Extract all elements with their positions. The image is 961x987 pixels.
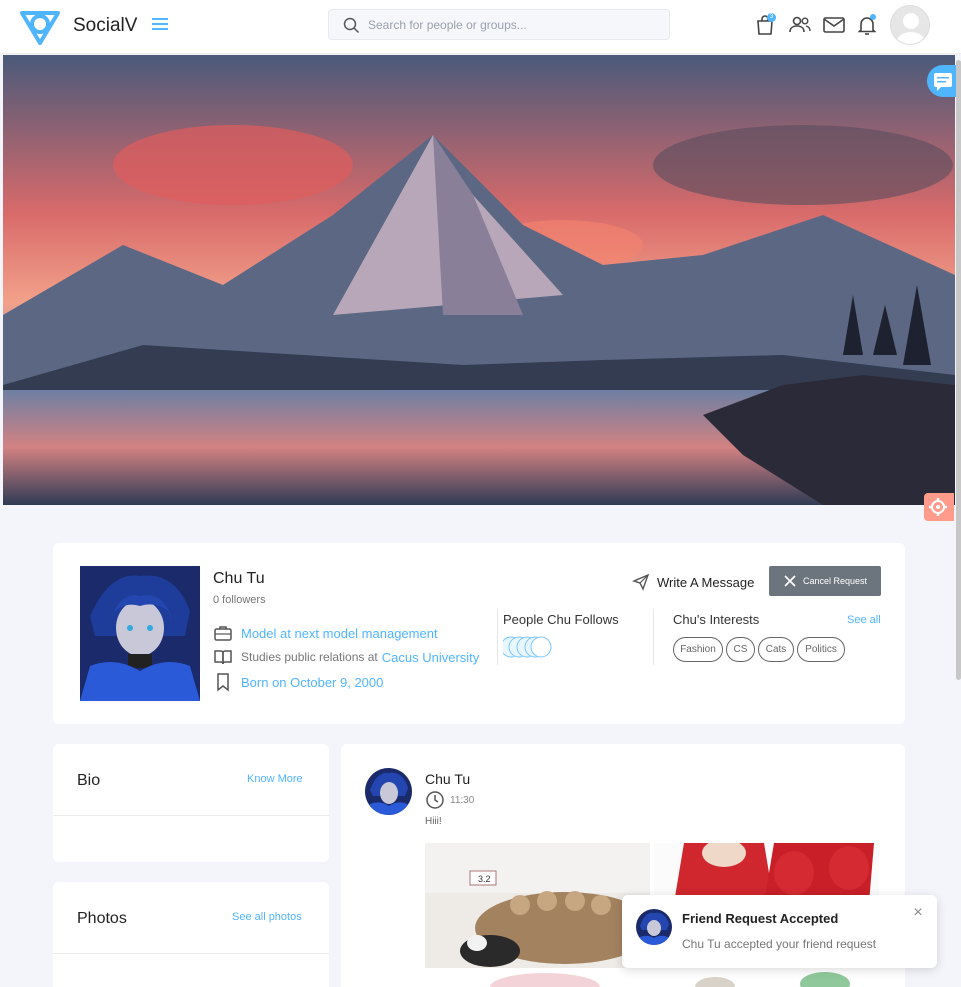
study-text: Studies public relations at xyxy=(241,650,378,664)
clock-icon xyxy=(426,791,444,809)
mail-icon[interactable] xyxy=(822,13,846,37)
followed-people-avatars[interactable] xyxy=(503,634,553,660)
interests-see-all-link[interactable]: See all xyxy=(847,614,881,626)
post-time: 11:30 xyxy=(425,790,474,810)
write-message-label: Write A Message xyxy=(657,574,755,590)
toast-close-button[interactable]: × xyxy=(910,905,926,921)
post-image[interactable]: 3.2 xyxy=(425,843,650,968)
friends-icon[interactable] xyxy=(788,13,812,37)
notification-dot xyxy=(870,14,876,20)
toast-title: Friend Request Accepted xyxy=(682,911,839,926)
birthday-text: Born on October 9, 2000 xyxy=(241,674,384,690)
interest-tag[interactable]: CS xyxy=(726,637,755,662)
search-box[interactable] xyxy=(328,9,670,40)
toast-avatar xyxy=(636,909,672,945)
search-input[interactable] xyxy=(368,15,658,35)
menu-toggle-icon[interactable] xyxy=(150,14,170,34)
cancel-request-button[interactable]: Cancel Request xyxy=(769,566,881,596)
bio-card xyxy=(53,744,329,862)
interest-tag[interactable]: Cats xyxy=(758,637,794,662)
cart-badge: 3 xyxy=(767,13,776,22)
school-link[interactable]: Cacus University xyxy=(382,650,480,665)
settings-button[interactable] xyxy=(924,493,954,521)
bookmark-icon xyxy=(217,673,229,692)
page-scrollbar[interactable] xyxy=(956,60,961,680)
profile-cover-image xyxy=(3,55,955,505)
divider xyxy=(653,609,654,665)
see-all-photos-link[interactable]: See all photos xyxy=(232,911,302,923)
post-author-name[interactable]: Chu Tu xyxy=(425,771,470,787)
default-avatar-icon xyxy=(897,13,925,44)
profile-name: Chu Tu xyxy=(213,570,265,587)
gear-icon xyxy=(929,498,947,516)
photos-title: Photos xyxy=(77,910,127,927)
top-navbar: SocialV 3 xyxy=(0,0,961,54)
toast-message: Chu Tu accepted your friend request xyxy=(682,937,877,951)
job-row: Model at next model management xyxy=(213,623,438,643)
divider xyxy=(53,815,329,816)
profile-picture xyxy=(80,566,200,701)
followers-count[interactable]: 0 followers xyxy=(213,594,266,606)
write-message-button[interactable]: Write A Message xyxy=(632,573,754,591)
image-sign-text: 3.2 xyxy=(478,874,491,884)
post-time-text: 11:30 xyxy=(450,794,475,806)
divider xyxy=(497,609,498,665)
interest-tag[interactable]: Politics xyxy=(797,637,845,662)
know-more-link[interactable]: Know More xyxy=(247,773,303,785)
user-avatar[interactable] xyxy=(890,5,930,45)
job-link[interactable]: Model at next model management xyxy=(241,626,438,641)
education-row: Studies public relations at Cacus Univer… xyxy=(213,647,479,667)
brand-name[interactable]: SocialV xyxy=(73,15,137,37)
bio-title: Bio xyxy=(77,772,101,789)
socialv-logo-icon[interactable] xyxy=(18,5,62,45)
search-icon xyxy=(343,17,360,34)
interests-title: Chu's Interests xyxy=(673,612,760,627)
book-icon xyxy=(214,650,232,665)
interest-tag[interactable]: Fashion xyxy=(673,637,723,662)
post-image[interactable] xyxy=(425,972,879,987)
post-author-avatar[interactable] xyxy=(365,768,412,815)
birthday-row: Born on October 9, 2000 xyxy=(213,672,383,692)
send-icon xyxy=(632,573,650,591)
cancel-request-label: Cancel Request xyxy=(802,576,868,586)
follows-title: People Chu Follows xyxy=(503,612,619,627)
close-icon xyxy=(784,575,796,587)
briefcase-icon xyxy=(214,626,232,641)
divider xyxy=(53,953,329,954)
photos-card xyxy=(53,882,329,987)
post-text: Hiii! xyxy=(425,816,442,827)
